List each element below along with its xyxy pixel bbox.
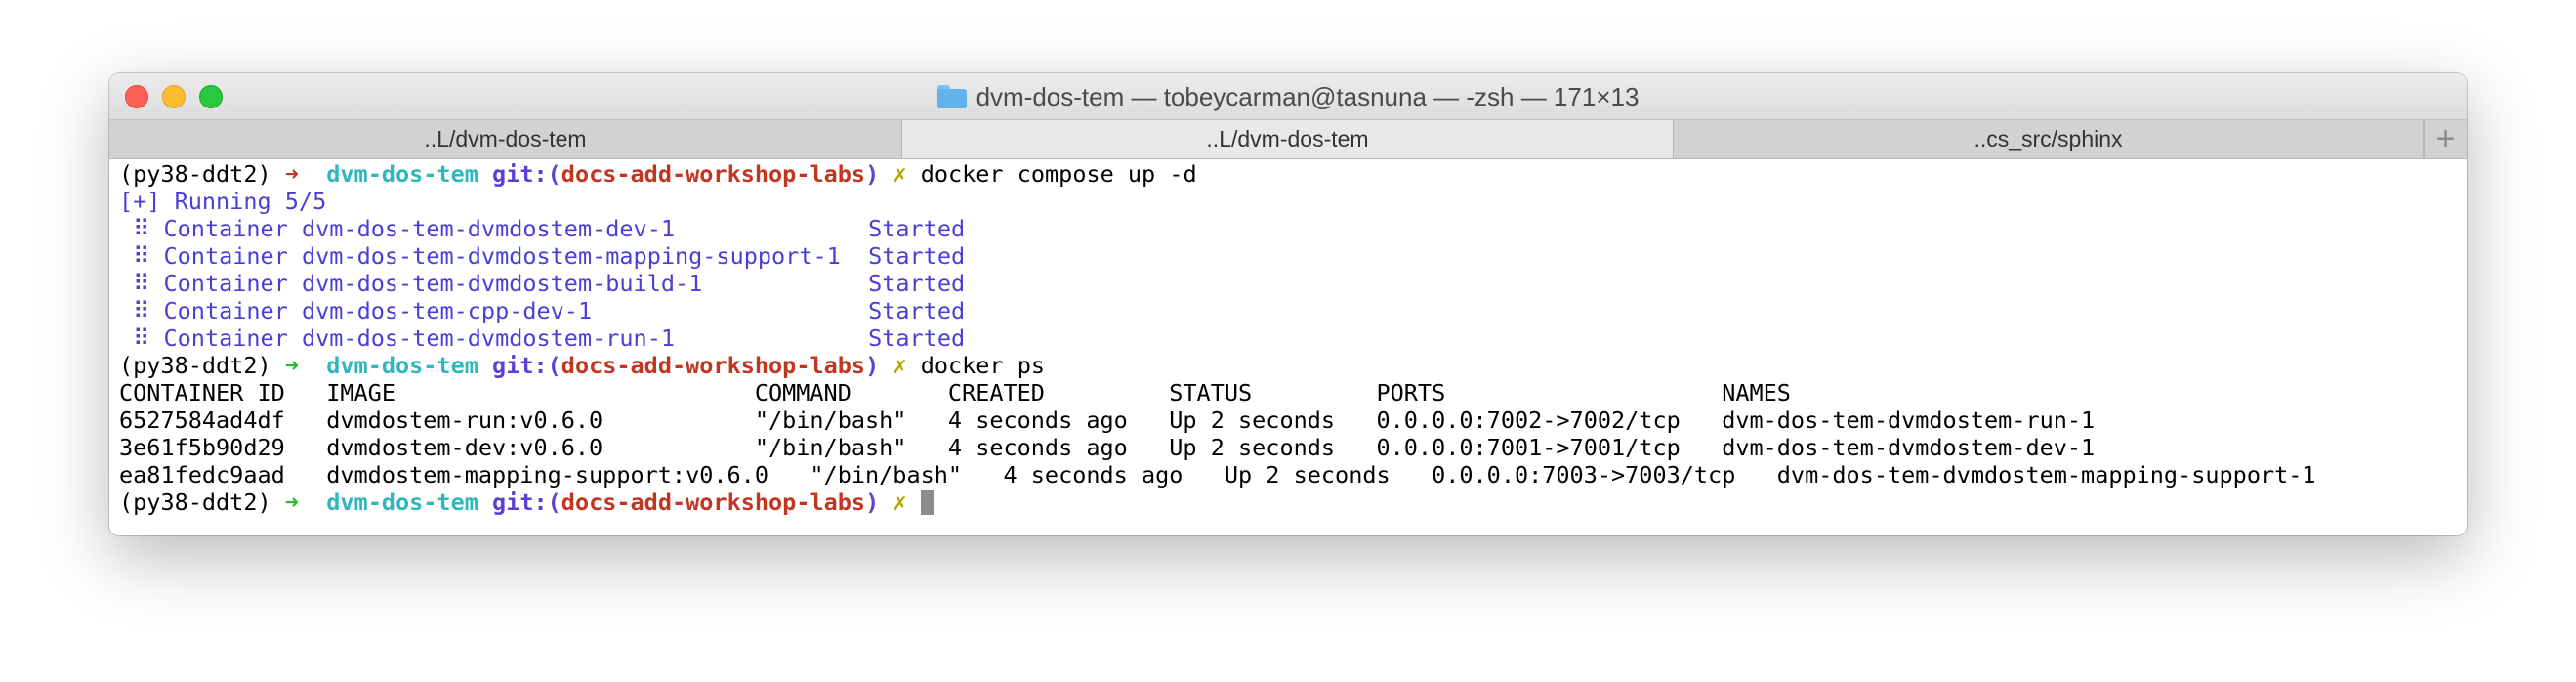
container-line: ⠿ Container dvm-dos-tem-dvmdostem-mappin… xyxy=(119,242,2457,270)
folder-icon xyxy=(936,85,967,108)
ps-row: 3e61f5b90d29 dvmdostem-dev:v0.6.0 "/bin/… xyxy=(119,434,2096,461)
ps-row: 6527584ad4df dvmdostem-run:v0.6.0 "/bin/… xyxy=(119,406,2096,434)
container-line: ⠿ Container dvm-dos-tem-dvmdostem-build-… xyxy=(119,270,2457,297)
prompt-branch: docs-add-workshop-labs xyxy=(561,352,866,379)
container-status: Started xyxy=(868,297,966,324)
ps-row: ea81fedc9aad dvmdostem-mapping-support:v… xyxy=(119,461,2316,489)
tab-2[interactable]: ..L/dvm-dos-tem xyxy=(902,120,1674,158)
dirty-icon: ✗ xyxy=(893,160,907,188)
prompt-git-close: ) xyxy=(865,489,880,516)
text-cursor[interactable] xyxy=(920,490,934,515)
terminal-line: (py38-ddt2) ➜ dvm-dos-tem git:(docs-add-… xyxy=(119,489,2457,516)
prompt-env: (py38-ddt2) xyxy=(119,352,271,379)
tab-3[interactable]: ..cs_src/sphinx xyxy=(1674,120,2424,158)
container-label: ⠿ Container dvm-dos-tem-cpp-dev-1 xyxy=(119,297,869,324)
tab-2-label: ..L/dvm-dos-tem xyxy=(1206,126,1369,151)
tab-1[interactable]: ..L/dvm-dos-tem xyxy=(109,120,902,158)
prompt-git-label: git:( xyxy=(492,489,561,516)
container-status: Started xyxy=(868,242,966,270)
terminal-window: dvm-dos-tem — tobeycarman@tasnuna — -zsh… xyxy=(109,73,2467,535)
prompt-git-label: git:( xyxy=(492,352,561,379)
ps-header: CONTAINER ID IMAGE COMMAND CREATED STATU… xyxy=(119,379,1791,406)
prompt-arrow-icon: ➜ xyxy=(284,352,299,379)
new-tab-button[interactable]: + xyxy=(2424,120,2467,158)
tab-bar: ..L/dvm-dos-tem ..L/dvm-dos-tem ..cs_src… xyxy=(109,120,2467,159)
plus-icon: + xyxy=(2435,120,2456,157)
dirty-icon: ✗ xyxy=(893,489,907,516)
prompt-env: (py38-ddt2) xyxy=(119,160,271,188)
terminal-line: (py38-ddt2) ➜ dvm-dos-tem git:(docs-add-… xyxy=(119,352,2457,379)
prompt-git-close: ) xyxy=(865,352,880,379)
prompt-dir: dvm-dos-tem xyxy=(326,352,478,379)
container-status: Started xyxy=(868,270,966,297)
prompt-dir: dvm-dos-tem xyxy=(326,489,478,516)
prompt-git-close: ) xyxy=(865,160,880,188)
dirty-icon: ✗ xyxy=(893,352,907,379)
container-line: ⠿ Container dvm-dos-tem-dvmdostem-dev-1 … xyxy=(119,215,2457,242)
prompt-git-label: git:( xyxy=(492,160,561,188)
terminal-output[interactable]: (py38-ddt2) ➜ dvm-dos-tem git:(docs-add-… xyxy=(119,160,2457,535)
container-line: ⠿ Container dvm-dos-tem-cpp-dev-1 Starte… xyxy=(119,297,2457,324)
title-bar[interactable]: dvm-dos-tem — tobeycarman@tasnuna — -zsh… xyxy=(109,73,2467,120)
prompt-arrow-icon: ➜ xyxy=(284,160,299,188)
container-label: ⠿ Container dvm-dos-tem-dvmdostem-mappin… xyxy=(119,242,869,270)
container-status: Started xyxy=(868,215,966,242)
prompt-branch: docs-add-workshop-labs xyxy=(561,489,866,516)
container-label: ⠿ Container dvm-dos-tem-dvmdostem-build-… xyxy=(119,270,869,297)
command-text: docker ps xyxy=(920,352,1046,379)
prompt-branch: docs-add-workshop-labs xyxy=(561,160,866,188)
window-title-text: dvm-dos-tem — tobeycarman@tasnuna — -zsh… xyxy=(976,81,1640,111)
container-line: ⠿ Container dvm-dos-tem-dvmdostem-run-1 … xyxy=(119,324,2457,352)
terminal-line: (py38-ddt2) ➜ dvm-dos-tem git:(docs-add-… xyxy=(119,160,2457,188)
window-title: dvm-dos-tem — tobeycarman@tasnuna — -zsh… xyxy=(109,73,2467,120)
container-status: Started xyxy=(868,324,966,352)
prompt-dir: dvm-dos-tem xyxy=(326,160,478,188)
tab-3-label: ..cs_src/sphinx xyxy=(1974,126,2123,151)
container-label: ⠿ Container dvm-dos-tem-dvmdostem-dev-1 xyxy=(119,215,869,242)
container-label: ⠿ Container dvm-dos-tem-dvmdostem-run-1 xyxy=(119,324,869,352)
prompt-arrow-icon: ➜ xyxy=(284,489,299,516)
compose-running: [+] Running 5/5 xyxy=(119,188,327,215)
command-text: docker compose up -d xyxy=(920,160,1197,188)
prompt-env: (py38-ddt2) xyxy=(119,489,271,516)
tab-1-label: ..L/dvm-dos-tem xyxy=(424,126,587,151)
